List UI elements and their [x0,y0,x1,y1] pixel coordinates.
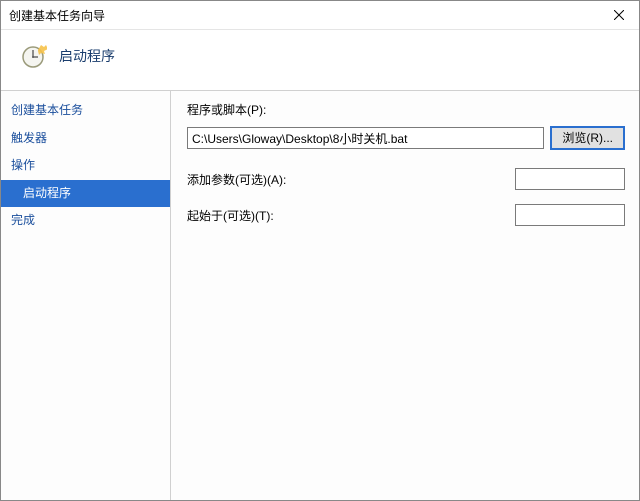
args-label: 添加参数(可选)(A): [187,171,286,188]
close-button[interactable] [599,1,639,29]
nav-item-action[interactable]: 操作 [1,152,170,180]
wizard-header: 启动程序 [1,30,639,90]
program-input[interactable] [187,127,544,149]
nav-item-create-task[interactable]: 创建基本任务 [1,97,170,125]
startin-input[interactable] [515,204,625,226]
page-title: 启动程序 [59,46,115,66]
wizard-body: 创建基本任务 触发器 操作 启动程序 完成 程序或脚本(P): 浏览(R)...… [1,90,639,500]
nav-item-finish[interactable]: 完成 [1,207,170,235]
titlebar: 创建基本任务向导 [1,1,639,30]
start-program-panel: 程序或脚本(P): 浏览(R)... 添加参数(可选)(A): 起始于(可选)(… [171,91,639,500]
wizard-nav: 创建基本任务 触发器 操作 启动程序 完成 [1,91,171,500]
browse-button[interactable]: 浏览(R)... [550,126,625,150]
schedule-icon [19,42,47,70]
close-icon [614,7,624,23]
window-title: 创建基本任务向导 [9,7,105,24]
program-label: 程序或脚本(P): [187,101,266,118]
startin-label: 起始于(可选)(T): [187,207,274,224]
nav-item-start-program[interactable]: 启动程序 [1,180,170,208]
wizard-window: 创建基本任务向导 启动程序 [0,0,640,501]
args-input[interactable] [515,168,625,190]
nav-item-trigger[interactable]: 触发器 [1,125,170,153]
